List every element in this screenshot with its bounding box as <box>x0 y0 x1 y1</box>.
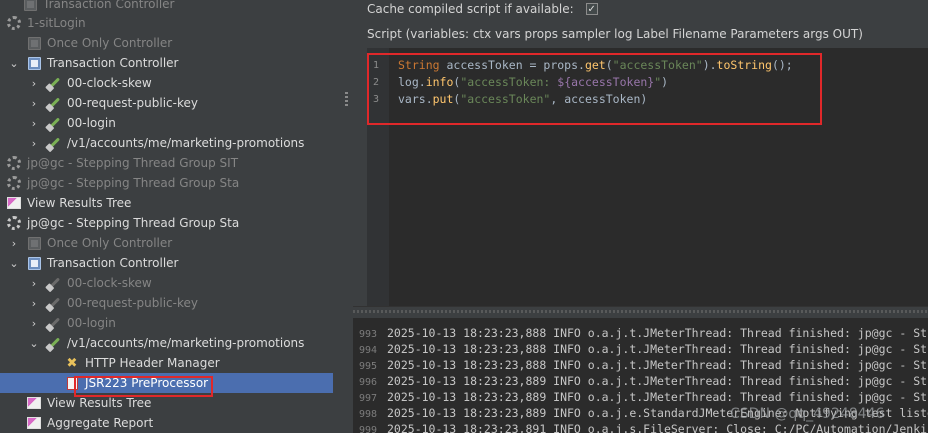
tree-item-transaction-controller-2[interactable]: ⌄ Transaction Controller <box>0 53 333 73</box>
tree-item-stepping-thread-group-sta-2[interactable]: jp@gc - Stepping Thread Group Sta <box>0 213 333 233</box>
tree-item-sit-login[interactable]: 1-sitLogin <box>0 13 333 33</box>
tree-item-aggregate-report[interactable]: Aggregate Report <box>0 413 333 433</box>
chevron-right-icon[interactable]: › <box>28 93 40 113</box>
tree-item-http-header-manager[interactable]: ✖ HTTP Header Manager <box>0 353 333 373</box>
listener-report-icon <box>26 415 42 431</box>
chevron-down-icon[interactable]: ⌄ <box>8 53 20 73</box>
chevron-right-icon[interactable]: › <box>28 113 40 133</box>
chevron-right-icon[interactable]: › <box>28 313 40 333</box>
listener-report-icon <box>26 395 42 411</box>
splitter-grip-icon <box>345 92 348 106</box>
cache-checkbox-label: Cache compiled script if available: <box>367 2 574 16</box>
tree-item-stepping-thread-group-sta-1[interactable]: jp@gc - Stepping Thread Group Sta <box>0 173 333 193</box>
chevron-right-icon[interactable]: › <box>28 273 40 293</box>
log-row: 999 2025-10-13 18:23:23,891 INFO o.a.j.s.… <box>359 422 928 433</box>
controller-icon <box>26 35 42 51</box>
log-row: 995 2025-10-13 18:23:23,888 INFO o.a.j.t.… <box>359 358 928 372</box>
tree-item-once-only-controller-1[interactable]: Once Only Controller <box>0 33 333 53</box>
splitter-grip-icon <box>353 310 928 313</box>
chevron-down-icon[interactable]: ⌄ <box>8 253 20 273</box>
transaction-controller-icon <box>26 55 42 71</box>
watermark: CSDN @qq_49248446 <box>730 406 885 422</box>
tree-item-marketing-promotions[interactable]: › /v1/accounts/me/marketing-promotions <box>0 133 333 153</box>
log-row: 997 2025-10-13 18:23:23,889 INFO o.a.j.t.… <box>359 390 928 404</box>
http-sampler-icon <box>46 275 62 291</box>
tree-item-clock-skew[interactable]: › 00-clock-skew <box>0 73 333 93</box>
test-plan-tree: Transaction Controller 1-sitLogin Once O… <box>0 0 333 433</box>
tree-item-request-public-key[interactable]: › 00-request-public-key <box>0 93 333 113</box>
listener-report-icon <box>6 195 22 211</box>
log-row: 994 2025-10-13 18:23:23,888 INFO o.a.j.t.… <box>359 342 928 356</box>
chevron-right-icon[interactable]: › <box>8 233 20 253</box>
controller-icon <box>26 235 42 251</box>
tree-item-transaction-controller-3[interactable]: ⌄ Transaction Controller <box>0 253 333 273</box>
chevron-right-icon[interactable]: › <box>28 73 40 93</box>
http-sampler-icon <box>46 315 62 331</box>
tree-item-login-2[interactable]: › 00-login <box>0 313 333 333</box>
script-highlight-box <box>367 53 822 125</box>
http-sampler-icon <box>46 135 62 151</box>
cache-checkbox[interactable]: ✓ <box>585 3 598 15</box>
tree-item-once-only-controller-2[interactable]: › Once Only Controller <box>0 233 333 253</box>
http-sampler-icon <box>46 335 62 351</box>
thread-group-gear-icon <box>6 15 22 31</box>
cache-option-row: Cache compiled script if available: ✓ <box>367 2 598 16</box>
tree-item-view-results-tree-1[interactable]: View Results Tree <box>0 193 333 213</box>
thread-group-gear-icon <box>6 155 22 171</box>
tree-item-marketing-promotions-2[interactable]: ⌄ /v1/accounts/me/marketing-promotions <box>0 333 333 353</box>
thread-group-gear-icon <box>6 175 22 191</box>
tree-item-stepping-thread-group-sit[interactable]: jp@gc - Stepping Thread Group SIT <box>0 153 333 173</box>
chevron-right-icon[interactable]: › <box>28 133 40 153</box>
tree-item-login[interactable]: › 00-login <box>0 113 333 133</box>
wrench-icon: ✖ <box>66 355 78 371</box>
tree-item-clock-skew-2[interactable]: › 00-clock-skew <box>0 273 333 293</box>
http-sampler-icon <box>46 115 62 131</box>
transaction-controller-icon <box>26 255 42 271</box>
chevron-right-icon[interactable]: › <box>28 293 40 313</box>
thread-group-gear-icon <box>6 215 22 231</box>
http-sampler-icon <box>46 295 62 311</box>
tree-item-transaction-controller-1[interactable]: Transaction Controller <box>0 0 333 14</box>
tree-highlight-box <box>74 376 213 397</box>
script-label: Script (variables: ctx vars props sample… <box>367 27 863 41</box>
http-sampler-icon <box>46 95 62 111</box>
transaction-controller-icon <box>22 0 38 12</box>
panel-splitter[interactable] <box>333 0 354 433</box>
http-sampler-icon <box>46 75 62 91</box>
log-splitter[interactable] <box>353 306 928 317</box>
log-row: 993 2025-10-13 18:23:23,888 INFO o.a.j.t.… <box>359 326 928 340</box>
tree-item-request-public-key-2[interactable]: › 00-request-public-key <box>0 293 333 313</box>
chevron-down-icon[interactable]: ⌄ <box>28 333 40 353</box>
log-row: 996 2025-10-13 18:23:23,889 INFO o.a.j.t.… <box>359 374 928 388</box>
